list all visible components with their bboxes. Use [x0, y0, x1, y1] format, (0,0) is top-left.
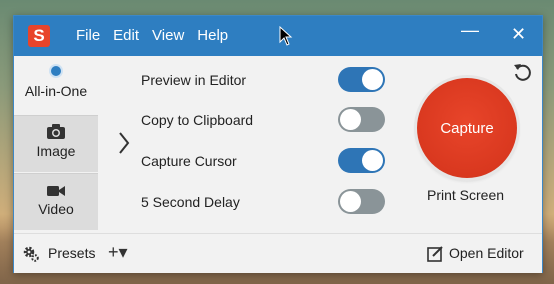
option-label-capture-cursor: Capture Cursor	[141, 153, 237, 169]
mode-label: All-in-One	[24, 83, 88, 99]
option-label-5-second-delay: 5 Second Delay	[141, 194, 240, 210]
app-logo-icon: S	[28, 25, 50, 47]
camera-icon	[47, 124, 65, 139]
menu-file[interactable]: File	[76, 27, 100, 44]
capture-mode-sidebar: All-in-One Image Video	[14, 56, 98, 232]
toggle-preview-in-editor[interactable]	[338, 67, 385, 92]
mouse-cursor-icon	[279, 26, 293, 46]
menu-bar: File Edit View Help	[76, 27, 241, 44]
capture-button[interactable]: Capture	[417, 78, 517, 178]
open-editor-button[interactable]: Open Editor	[449, 245, 524, 261]
minimize-button[interactable]: —	[461, 20, 479, 41]
reset-icon[interactable]	[512, 61, 534, 83]
video-camera-icon	[47, 186, 65, 196]
radio-selected-icon	[49, 64, 63, 78]
bottom-bar: Presets +▾ Open Editor	[14, 233, 542, 273]
add-preset-button[interactable]: +▾	[108, 242, 128, 263]
menu-edit[interactable]: Edit	[113, 27, 139, 44]
toggle-capture-cursor[interactable]	[338, 148, 385, 173]
capture-shortcut-label: Print Screen	[427, 187, 505, 203]
snagit-capture-window: S File Edit View Help — ✕ All-in-One Ima…	[13, 15, 543, 273]
gear-icon[interactable]	[22, 245, 40, 263]
presets-button[interactable]: Presets	[48, 245, 95, 261]
mode-label: Video	[38, 201, 74, 217]
toggle-5-second-delay[interactable]	[338, 189, 385, 214]
title-bar[interactable]: S File Edit View Help — ✕	[14, 16, 542, 56]
option-label-preview-in-editor: Preview in Editor	[141, 72, 247, 88]
mode-video[interactable]: Video	[14, 173, 98, 230]
close-button[interactable]: ✕	[511, 24, 526, 45]
menu-help[interactable]: Help	[197, 27, 228, 44]
open-editor-icon[interactable]	[427, 245, 444, 262]
mode-label: Image	[36, 143, 76, 159]
mode-image[interactable]: Image	[14, 115, 98, 172]
option-label-copy-to-clipboard: Copy to Clipboard	[141, 112, 254, 128]
chevron-right-icon[interactable]	[118, 131, 130, 155]
mode-all-in-one[interactable]: All-in-One	[14, 56, 98, 112]
menu-view[interactable]: View	[152, 27, 184, 44]
toggle-copy-to-clipboard[interactable]	[338, 107, 385, 132]
